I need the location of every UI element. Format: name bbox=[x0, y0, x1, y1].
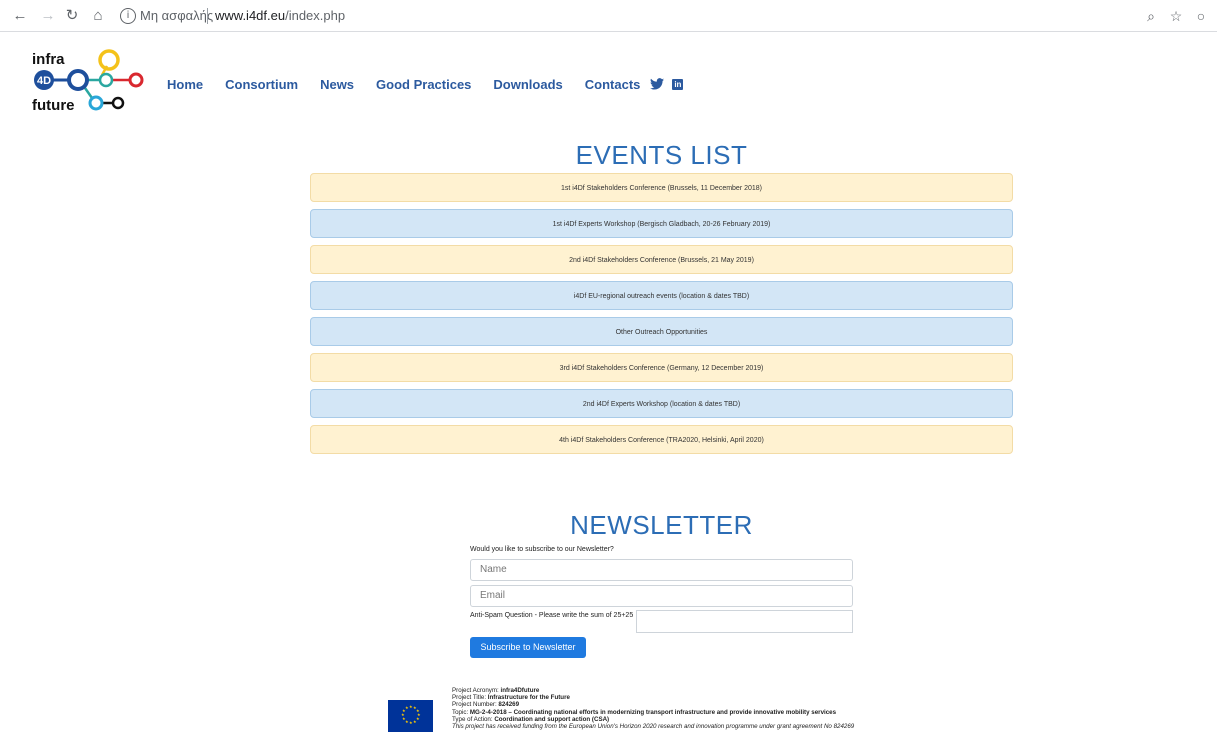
project-acronym: Project Acronym: infra4Dfuture bbox=[452, 687, 854, 694]
funding-statement: This project has received funding from t… bbox=[452, 723, 855, 731]
back-icon[interactable]: ← bbox=[10, 6, 30, 26]
project-title: Project Title: Infrastructure for the Fu… bbox=[452, 694, 854, 701]
event-item[interactable]: 3rd i4Df Stakeholders Conference (German… bbox=[310, 353, 1013, 382]
event-item[interactable]: 1st i4Df Stakeholders Conference (Brusse… bbox=[310, 173, 1013, 202]
security-status[interactable]: Μη ασφαλής bbox=[140, 8, 213, 23]
project-topic-label: Topic: bbox=[452, 708, 470, 716]
url-path: /index.php bbox=[285, 8, 346, 23]
project-title-value: Infrastructure for the Future bbox=[487, 694, 570, 702]
logo-text-future: future bbox=[32, 97, 75, 114]
project-topic: Topic: MG-2-4-2018 – Coordinating nation… bbox=[452, 709, 854, 716]
info-icon[interactable]: i bbox=[120, 8, 136, 24]
project-number-value: 824269 bbox=[498, 701, 520, 709]
extension-icon[interactable]: ○ bbox=[1191, 6, 1211, 26]
bookmark-star-icon[interactable]: ☆ bbox=[1166, 6, 1186, 26]
address-bar[interactable]: www.i4df.eu/index.php bbox=[215, 8, 345, 23]
project-topic-value: MG-2-4-2018 – Coordinating national effo… bbox=[469, 708, 837, 716]
event-item[interactable]: 4th i4Df Stakeholders Conference (TRA202… bbox=[310, 425, 1013, 454]
main-nav: Home Consortium News Good Practices Down… bbox=[167, 74, 684, 94]
nav-downloads[interactable]: Downloads bbox=[493, 77, 562, 92]
subscribe-button[interactable]: Subscribe to Newsletter bbox=[470, 637, 586, 658]
browser-toolbar: ← → ↻ ⌂ i Μη ασφαλής www.i4df.eu/index.p… bbox=[0, 0, 1217, 32]
event-item[interactable]: 2nd i4Df Experts Workshop (location & da… bbox=[310, 389, 1013, 418]
event-item[interactable]: Other Outreach Opportunities bbox=[310, 317, 1013, 346]
svg-text:★: ★ bbox=[416, 716, 420, 721]
anti-spam-input[interactable] bbox=[636, 610, 853, 633]
social-links: in bbox=[650, 78, 684, 90]
nav-contacts[interactable]: Contacts bbox=[585, 77, 641, 92]
reload-icon[interactable]: ↻ bbox=[62, 6, 82, 26]
event-item[interactable]: 2nd i4Df Stakeholders Conference (Brusse… bbox=[310, 245, 1013, 274]
event-item[interactable]: i4Df EU-regional outreach events (locati… bbox=[310, 281, 1013, 310]
eu-flag-icon: ★ ★ ★ ★ ★ ★ ★ ★ ★ ★ ★ ★ bbox=[388, 700, 433, 732]
email-input[interactable]: Email bbox=[470, 585, 853, 607]
logo-badge-4d: 4D bbox=[37, 75, 51, 87]
newsletter-title: NEWSLETTER bbox=[570, 510, 753, 540]
svg-text:★: ★ bbox=[413, 719, 417, 724]
name-input[interactable]: Name bbox=[470, 559, 853, 581]
twitter-icon[interactable] bbox=[650, 78, 665, 90]
svg-text:★: ★ bbox=[405, 705, 409, 710]
project-info: Project Acronym: infra4Dfuture Project T… bbox=[452, 687, 854, 730]
project-action-type-value: Coordination and support action (CSA) bbox=[494, 715, 610, 723]
event-item[interactable]: 1st i4Df Experts Workshop (Bergisch Glad… bbox=[310, 209, 1013, 238]
project-acronym-label: Project Acronym: bbox=[452, 687, 501, 694]
svg-text:★: ★ bbox=[409, 720, 413, 725]
events-title: EVENTS LIST bbox=[575, 140, 748, 170]
logo-graphic: infra future 4D bbox=[32, 49, 144, 114]
project-acronym-value: infra4Dfuture bbox=[500, 687, 540, 694]
home-icon[interactable]: ⌂ bbox=[88, 6, 108, 26]
project-action-type-label: Type of Action: bbox=[452, 715, 495, 723]
svg-text:★: ★ bbox=[405, 719, 409, 724]
nav-good-practices[interactable]: Good Practices bbox=[376, 77, 471, 92]
url-host: www.i4df.eu bbox=[215, 8, 286, 23]
site-logo[interactable]: infra future 4D bbox=[30, 46, 150, 114]
events-list: 1st i4Df Stakeholders Conference (Brusse… bbox=[310, 173, 1013, 461]
forward-icon[interactable]: → bbox=[38, 6, 58, 26]
nav-news[interactable]: News bbox=[320, 77, 354, 92]
project-title-label: Project Title: bbox=[452, 694, 488, 702]
address-separator bbox=[207, 8, 208, 24]
nav-consortium[interactable]: Consortium bbox=[225, 77, 298, 92]
linkedin-icon[interactable]: in bbox=[672, 78, 684, 90]
logo-text-infra: infra bbox=[32, 51, 65, 68]
project-number: Project Number: 824269 bbox=[452, 701, 854, 708]
newsletter-question: Would you like to subscribe to our Newsl… bbox=[470, 546, 614, 553]
project-action-type: Type of Action: Coordination and support… bbox=[452, 716, 854, 723]
zoom-icon[interactable]: ⌕ bbox=[1141, 6, 1161, 26]
anti-spam-label: Anti-Spam Question - Please write the su… bbox=[470, 612, 634, 619]
project-number-label: Project Number: bbox=[452, 701, 499, 709]
nav-home[interactable]: Home bbox=[167, 77, 203, 92]
